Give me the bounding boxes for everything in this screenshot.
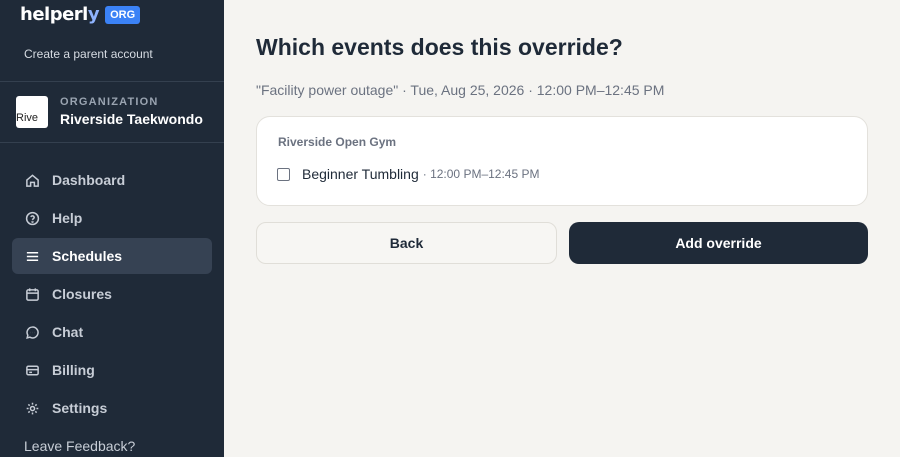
override-summary: "Facility power outage" · Tue, Aug 25, 2… (256, 82, 665, 98)
event-row[interactable]: Beginner Tumbling · 12:00 PM–12:45 PM (277, 166, 539, 182)
event-time: · 12:00 PM–12:45 PM (422, 167, 540, 181)
logo-text: helperly (20, 4, 100, 25)
gear-icon (24, 400, 40, 416)
org-avatar: Rive (16, 96, 48, 128)
organization-switcher[interactable]: Rive ORGANIZATION Riverside Taekwondo (16, 96, 203, 128)
page-title: Which events does this override? (256, 34, 623, 60)
logo-accent: y (87, 4, 100, 25)
back-button[interactable]: Back (256, 222, 557, 264)
home-icon (24, 172, 40, 188)
sidebar-divider (0, 81, 224, 82)
sidebar-item-label: Chat (52, 324, 84, 340)
sidebar: helperly ORG Create a parent account Riv… (0, 0, 224, 457)
billing-icon (24, 362, 40, 378)
sidebar-item-label: Dashboard (52, 172, 126, 188)
group-label: Riverside Open Gym (278, 135, 397, 149)
logo-main: helperl (20, 4, 88, 25)
create-parent-account-link[interactable]: Create a parent account (24, 47, 153, 61)
sidebar-item-billing[interactable]: Billing (12, 352, 212, 388)
event-checkbox[interactable] (277, 167, 290, 181)
sidebar-item-label: Closures (52, 286, 112, 302)
sidebar-item-label: Settings (52, 400, 108, 416)
brand-logo[interactable]: helperly ORG (20, 4, 141, 25)
sidebar-item-label: Schedules (52, 248, 123, 264)
sidebar-item-chat[interactable]: Chat (12, 314, 212, 350)
events-card: Riverside Open Gym Beginner Tumbling · 1… (256, 116, 868, 206)
sidebar-item-label: Help (52, 210, 83, 226)
help-icon (24, 210, 40, 226)
sidebar-item-dashboard[interactable]: Dashboard (12, 162, 212, 198)
add-override-button[interactable]: Add override (569, 222, 868, 264)
sidebar-nav: Dashboard Help Schedules Closures Chat B… (12, 162, 212, 428)
sidebar-item-schedules[interactable]: Schedules (12, 238, 212, 274)
list-icon (24, 248, 40, 264)
sidebar-item-help[interactable]: Help (12, 200, 212, 236)
sidebar-divider (0, 142, 224, 143)
sidebar-item-label: Billing (52, 362, 95, 378)
org-eyebrow: ORGANIZATION (60, 95, 159, 108)
sidebar-item-closures[interactable]: Closures (12, 276, 212, 312)
org-meta: ORGANIZATION Riverside Taekwondo (60, 95, 203, 127)
org-badge: ORG (105, 5, 141, 24)
leave-feedback-link[interactable]: Leave Feedback? (24, 438, 135, 454)
calendar-icon (24, 286, 40, 302)
org-name: Riverside Taekwondo (60, 110, 203, 127)
chat-icon (24, 324, 40, 340)
event-name: Beginner Tumbling (302, 166, 419, 182)
sidebar-item-settings[interactable]: Settings (12, 390, 212, 426)
